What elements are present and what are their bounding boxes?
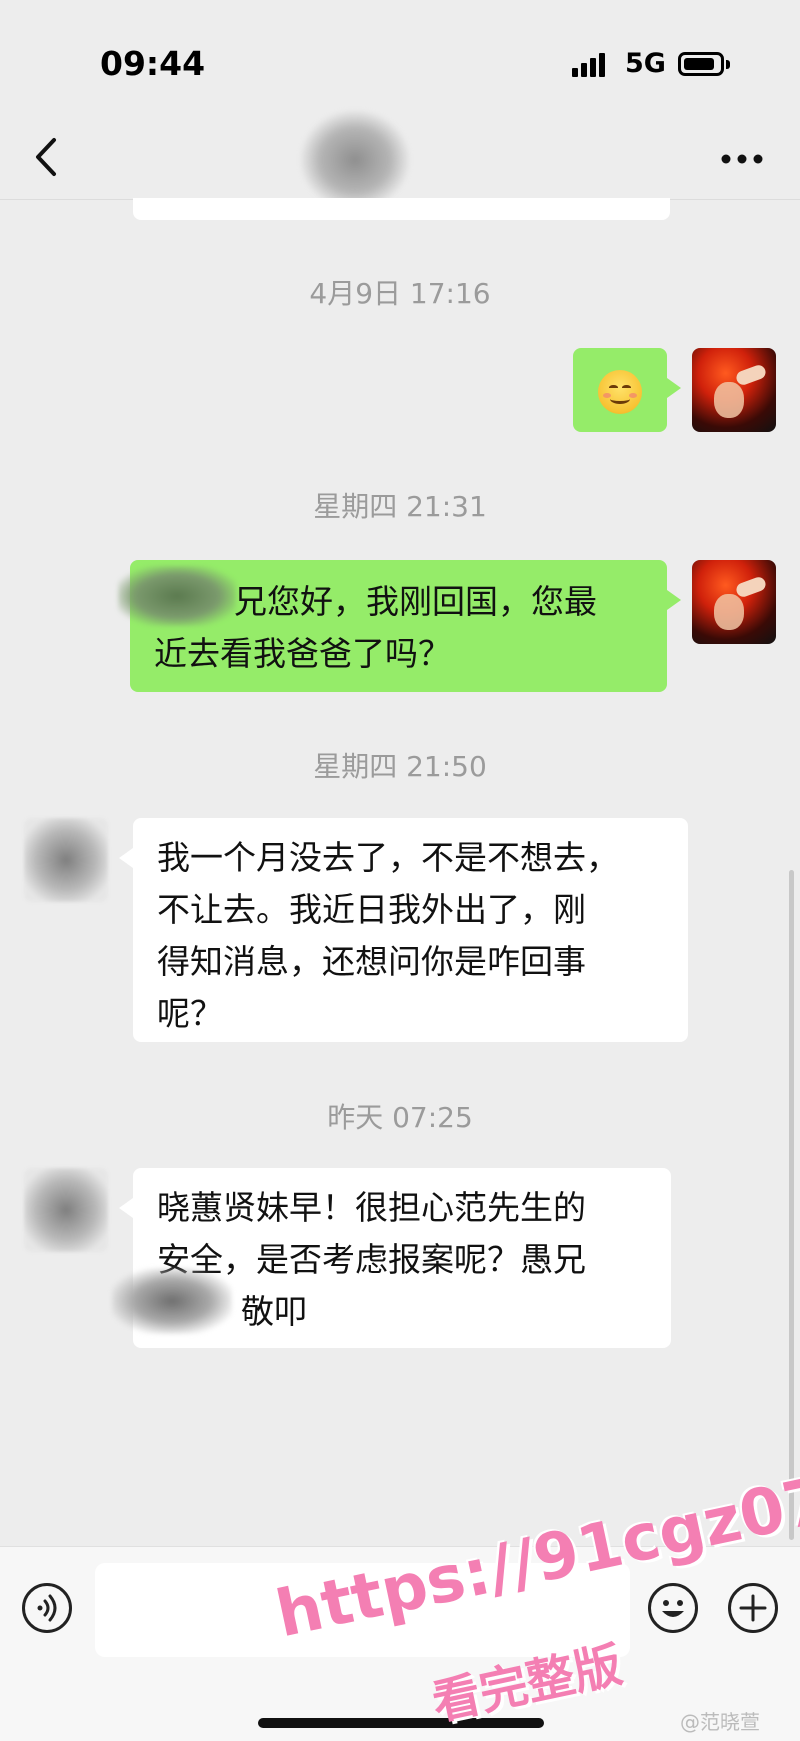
my-avatar[interactable] (692, 348, 776, 432)
status-time: 09:44 (100, 44, 206, 83)
emoji-icon (662, 1600, 684, 1617)
network-label: 5G (625, 48, 666, 79)
voice-icon (37, 1594, 57, 1622)
more-button[interactable] (720, 150, 764, 164)
message-line: 近去看我爸爸了吗？ (154, 634, 451, 673)
message-bubble-received[interactable]: 我一个月没去了，不是不想去， 不让去。我近日我外出了，刚 得知消息，还想问你是咋… (119, 818, 688, 1042)
my-avatar[interactable] (692, 560, 776, 644)
scrollbar[interactable] (789, 870, 794, 1540)
contact-avatar[interactable] (24, 1168, 108, 1252)
more-dots-icon (721, 154, 763, 164)
message-line: 不让去。我近日我外出了，刚 (157, 890, 586, 929)
message-line: 晓蕙贤妹早！很担心范先生的 (157, 1188, 586, 1227)
redacted-name (118, 566, 236, 626)
message-timestamp: 星期四 21:31 (313, 490, 487, 523)
back-button[interactable] (28, 134, 68, 180)
message-line: 敬叩 (241, 1292, 307, 1331)
message-timestamp: 昨天 07:25 (327, 1101, 473, 1134)
chat-header (0, 110, 800, 210)
message-timestamp: 4月9日 17:16 (309, 277, 491, 310)
voice-button[interactable] (22, 1583, 72, 1633)
battery-icon (678, 52, 730, 76)
message-timestamp: 星期四 21:50 (313, 750, 487, 783)
signal-icon (572, 51, 605, 77)
chevron-left-icon (36, 138, 56, 176)
status-bar: 09:44 5G (0, 0, 800, 120)
chat-title-redacted (300, 110, 410, 210)
smiling-face-emoji-icon (598, 370, 642, 414)
message-line: 得知消息，还想问你是咋回事 (157, 942, 586, 981)
previous-message-edge (133, 198, 670, 220)
message-line: 兄您好，我刚回国，您最 (234, 582, 597, 621)
plus-button[interactable] (728, 1583, 778, 1633)
message-line: 呢？ (157, 994, 223, 1033)
contact-avatar[interactable] (24, 818, 108, 902)
redacted-name (112, 1268, 232, 1334)
emoji-button[interactable] (648, 1583, 698, 1633)
weibo-watermark: @范晓萱 (680, 1710, 760, 1734)
message-line: 我一个月没去了，不是不想去， (157, 838, 619, 877)
plus-icon (739, 1594, 767, 1622)
